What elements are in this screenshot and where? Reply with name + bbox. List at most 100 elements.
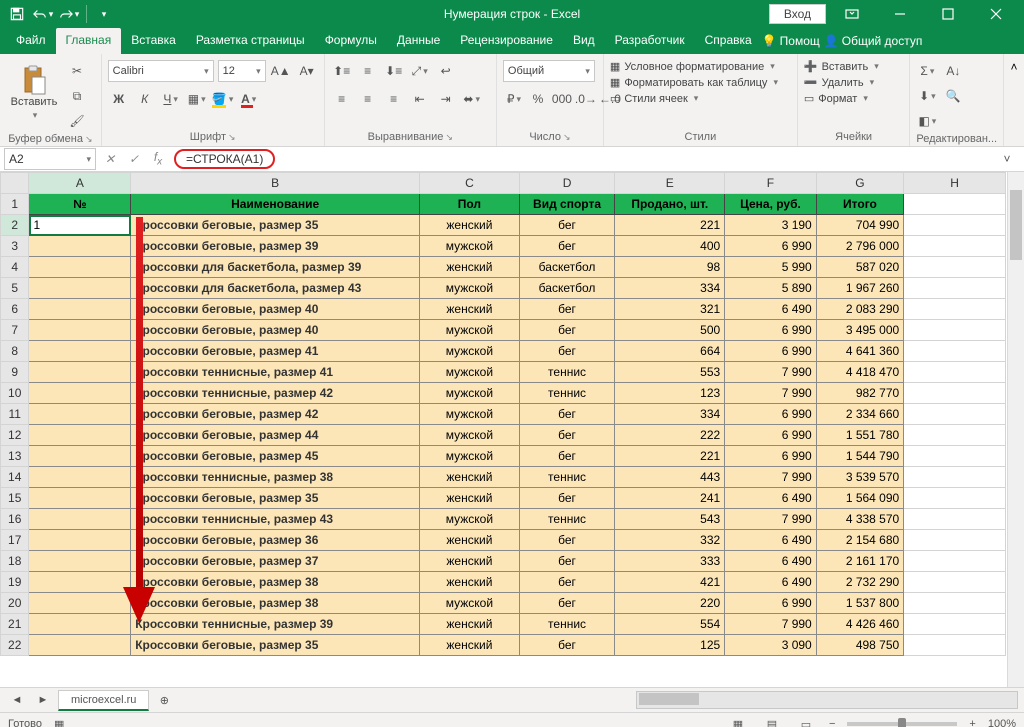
undo-icon[interactable]: ▾	[32, 3, 54, 25]
sheet-nav-next-icon[interactable]: ►	[32, 689, 54, 711]
qat-customize-icon[interactable]: ▾	[93, 3, 115, 25]
cell[interactable]	[904, 551, 1006, 572]
header-cell[interactable]: Пол	[420, 194, 520, 215]
cell[interactable]: 221	[615, 446, 725, 467]
comma-icon[interactable]: 000	[551, 88, 573, 110]
macro-record-icon[interactable]: ▦	[54, 718, 64, 727]
row-header[interactable]: 11	[1, 404, 29, 425]
cell[interactable]: 704 990	[816, 215, 903, 236]
enter-formula-icon[interactable]: ✓	[122, 148, 146, 170]
col-header[interactable]: F	[725, 173, 817, 194]
cell[interactable]: Кроссовки беговые, размер 35	[131, 488, 420, 509]
cell[interactable]	[29, 425, 131, 446]
view-pagelayout-icon[interactable]: ▤	[761, 713, 783, 727]
cell[interactable]: 2 161 170	[816, 551, 903, 572]
cell[interactable]: 1	[29, 215, 131, 236]
cell[interactable]: 443	[615, 467, 725, 488]
cell[interactable]	[29, 614, 131, 635]
header-cell[interactable]: Вид спорта	[519, 194, 615, 215]
row-header[interactable]: 22	[1, 635, 29, 656]
sheet-nav-prev-icon[interactable]: ◄	[6, 689, 28, 711]
tab-file[interactable]: Файл	[6, 28, 56, 54]
cut-icon[interactable]: ✂	[66, 60, 88, 82]
cell[interactable]: Кроссовки беговые, размер 40	[131, 320, 420, 341]
cell[interactable]: теннис	[519, 614, 615, 635]
cell[interactable]: 6 490	[725, 530, 817, 551]
zoom-out-icon[interactable]: −	[829, 718, 835, 727]
cell[interactable]: 333	[615, 551, 725, 572]
cell[interactable]: 2 796 000	[816, 236, 903, 257]
row-header[interactable]: 12	[1, 425, 29, 446]
cell[interactable]: 6 990	[725, 593, 817, 614]
cell[interactable]	[904, 257, 1006, 278]
cell[interactable]	[29, 383, 131, 404]
col-header[interactable]: D	[519, 173, 615, 194]
cell[interactable]: бег	[519, 341, 615, 362]
cell-styles-button[interactable]: ▭Стили ячеек▾	[610, 92, 698, 105]
header-cell[interactable]: №	[29, 194, 131, 215]
row-header[interactable]: 5	[1, 278, 29, 299]
cell[interactable]: 6 990	[725, 425, 817, 446]
col-header[interactable]: G	[816, 173, 903, 194]
cell[interactable]: женский	[420, 467, 520, 488]
cell[interactable]: бег	[519, 320, 615, 341]
cell[interactable]: Кроссовки беговые, размер 35	[131, 635, 420, 656]
tab-developer[interactable]: Разработчик	[605, 28, 695, 54]
cell[interactable]: 7 990	[725, 383, 817, 404]
cell[interactable]: баскетбол	[519, 257, 615, 278]
cell[interactable]: Кроссовки беговые, размер 39	[131, 236, 420, 257]
currency-icon[interactable]: ₽▾	[503, 88, 525, 110]
row-header[interactable]: 6	[1, 299, 29, 320]
cell[interactable]: мужской	[420, 341, 520, 362]
worksheet-grid[interactable]: A B C D E F G H 1№НаименованиеПолВид спо…	[0, 172, 1024, 687]
cell[interactable]	[29, 299, 131, 320]
cell[interactable]: бег	[519, 404, 615, 425]
zoom-in-icon[interactable]: +	[969, 718, 975, 727]
cell[interactable]: теннис	[519, 467, 615, 488]
row-header[interactable]: 13	[1, 446, 29, 467]
indent-increase-icon[interactable]: ⇥	[435, 88, 457, 110]
cell[interactable]: мужской	[420, 509, 520, 530]
cell[interactable]: 7 990	[725, 509, 817, 530]
cell[interactable]: женский	[420, 551, 520, 572]
dialog-launcher-icon[interactable]: ↘	[228, 132, 236, 143]
cell[interactable]: Кроссовки теннисные, размер 42	[131, 383, 420, 404]
cell[interactable]: женский	[420, 488, 520, 509]
cell[interactable]	[29, 446, 131, 467]
cell[interactable]: 6 990	[725, 236, 817, 257]
header-cell[interactable]	[904, 194, 1006, 215]
cell[interactable]: женский	[420, 530, 520, 551]
cell[interactable]	[29, 362, 131, 383]
cell[interactable]: 1 537 800	[816, 593, 903, 614]
cell[interactable]: 498 750	[816, 635, 903, 656]
dialog-launcher-icon[interactable]: ↘	[563, 132, 571, 143]
cell[interactable]: Кроссовки для баскетбола, размер 43	[131, 278, 420, 299]
cell[interactable]: 2 334 660	[816, 404, 903, 425]
cell[interactable]: 123	[615, 383, 725, 404]
sort-icon[interactable]: A↓	[942, 60, 964, 82]
row-header[interactable]: 1	[1, 194, 29, 215]
row-header[interactable]: 18	[1, 551, 29, 572]
cell[interactable]: 421	[615, 572, 725, 593]
cell[interactable]: 6 490	[725, 572, 817, 593]
col-header[interactable]: A	[29, 173, 131, 194]
zoom-level[interactable]: 100%	[988, 718, 1016, 727]
view-pagebreak-icon[interactable]: ▭	[795, 713, 817, 727]
dialog-launcher-icon[interactable]: ↘	[85, 134, 93, 145]
cell[interactable]: 98	[615, 257, 725, 278]
cell[interactable]: 6 990	[725, 404, 817, 425]
row-header[interactable]: 20	[1, 593, 29, 614]
cell[interactable]	[904, 383, 1006, 404]
fx-icon[interactable]: fx	[146, 148, 170, 170]
row-header[interactable]: 10	[1, 383, 29, 404]
cell[interactable]	[29, 278, 131, 299]
signin-button[interactable]: Вход	[769, 4, 826, 24]
cell[interactable]: бег	[519, 593, 615, 614]
cell[interactable]: Кроссовки беговые, размер 35	[131, 215, 420, 236]
cell[interactable]: женский	[420, 572, 520, 593]
cell[interactable]: бег	[519, 425, 615, 446]
header-cell[interactable]: Наименование	[131, 194, 420, 215]
row-header[interactable]: 9	[1, 362, 29, 383]
cell[interactable]: 241	[615, 488, 725, 509]
cell[interactable]: Кроссовки теннисные, размер 41	[131, 362, 420, 383]
